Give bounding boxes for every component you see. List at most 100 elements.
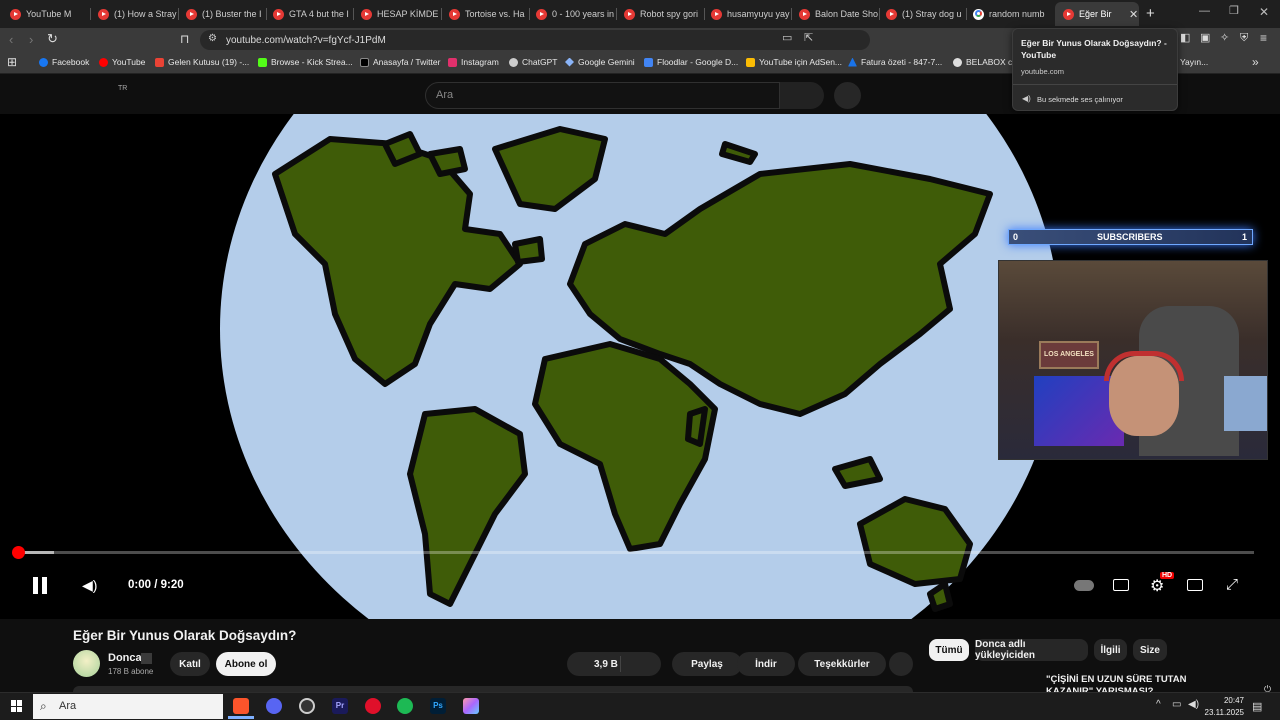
search-button[interactable]	[780, 82, 824, 109]
progress-scrubber[interactable]	[12, 546, 25, 559]
bookmark-item[interactable]: Fatura özeti - 847-7...	[848, 57, 942, 67]
tray-chevron-icon[interactable]: ^	[1156, 699, 1161, 710]
opera-icon[interactable]	[365, 698, 381, 714]
bookmark-item[interactable]: BELABOX clo	[953, 57, 1019, 67]
bookmark-label: YouTube için AdSen...	[759, 57, 843, 67]
tab[interactable]: HESAP KİMDE	[361, 4, 441, 24]
menu-icon[interactable]: ≡	[1260, 32, 1267, 44]
youtube-icon	[361, 8, 372, 20]
premiere-icon[interactable]: Pr	[332, 698, 348, 714]
back-icon[interactable]: ‹	[9, 33, 13, 46]
windows-start-icon[interactable]	[11, 700, 23, 712]
new-tab-icon[interactable]: +	[1146, 6, 1155, 21]
bookmark-item[interactable]: Anasayfa / Twitter	[360, 57, 440, 67]
close-window-icon[interactable]: ✕	[1259, 6, 1269, 18]
bookmark-label: Instagram	[461, 57, 499, 67]
subtitles-icon[interactable]	[1113, 579, 1129, 591]
network-icon[interactable]: ▭	[1172, 699, 1181, 710]
window-light	[1224, 376, 1267, 431]
volume-icon[interactable]: ◀)	[82, 577, 97, 594]
search-input[interactable]: Ara	[425, 82, 780, 109]
share-icon[interactable]: ⇱	[804, 33, 813, 44]
more-bookmarks-icon[interactable]: »	[1252, 56, 1259, 68]
tab[interactable]: (1) Stray dog u	[886, 4, 966, 24]
bookmark-item[interactable]: Google Gemini	[565, 57, 635, 67]
restore-icon[interactable]: ❐	[1229, 6, 1239, 17]
settings-icon[interactable]: ⚙	[1150, 576, 1164, 596]
bookmark-item[interactable]: YouTube	[99, 57, 145, 67]
chip-related[interactable]: İlgili	[1094, 639, 1127, 661]
bookmark-label: YouTube	[112, 57, 146, 67]
tab[interactable]: random numb	[973, 4, 1049, 24]
channel-avatar[interactable]	[73, 650, 100, 677]
address-bar[interactable]: ⚙ youtube.com/watch?v=fgYcf-J1PdM	[200, 30, 870, 50]
tab[interactable]: husamyuyu yay	[711, 4, 791, 24]
tab-active[interactable]: Eğer Bir ✕	[1055, 2, 1139, 26]
tab[interactable]: (1) Buster the I	[186, 4, 266, 24]
bookmark-item[interactable]: Floodlar - Google D...	[644, 57, 738, 67]
discord-icon[interactable]	[266, 698, 282, 714]
bookmark-label: Floodlar - Google D...	[657, 57, 739, 67]
apps-grid-icon[interactable]: ⊞	[7, 56, 17, 68]
wallet-icon[interactable]: ▣	[1200, 33, 1210, 44]
tab[interactable]: 0 - 100 years in	[536, 4, 616, 24]
notifications-icon[interactable]: ▤	[1252, 700, 1262, 713]
vpn-icon[interactable]: ⛨	[1240, 33, 1248, 44]
spotify-icon[interactable]	[397, 698, 413, 714]
download-button[interactable]: İndir	[737, 652, 795, 676]
bookmark-icon[interactable]: ⊓	[180, 33, 189, 45]
app-icon[interactable]	[463, 698, 479, 714]
x-icon	[360, 57, 369, 67]
minimize-icon[interactable]: —	[1199, 6, 1210, 17]
voice-search-button[interactable]	[834, 82, 861, 109]
tab[interactable]: (1) How a Stray	[98, 4, 178, 24]
subscribe-button[interactable]: Abone ol	[216, 652, 276, 676]
reload-icon[interactable]: ↻	[47, 32, 58, 45]
recommended-video-title[interactable]: "ÇİŞİNİ EN UZUN SÜRE TUTAN KAZANIR" YARI…	[1046, 674, 1196, 692]
like-button[interactable]: 3,9 B	[567, 652, 661, 676]
tab[interactable]: Robot spy gori	[624, 4, 704, 24]
bookmark-item[interactable]: ChatGPT	[509, 57, 557, 67]
tab[interactable]: Tortoise vs. Ha	[449, 4, 529, 24]
clock-time[interactable]: 20:47	[1208, 696, 1244, 705]
forward-icon[interactable]: ›	[29, 33, 33, 46]
tab-label: 0 - 100 years in	[552, 9, 615, 19]
photoshop-icon[interactable]: Ps	[430, 698, 446, 714]
belabox-icon	[953, 57, 962, 67]
tab[interactable]: YouTube M	[10, 4, 86, 24]
close-tab-icon[interactable]: ✕	[1129, 8, 1138, 21]
thanks-button[interactable]: Teşekkürler	[798, 652, 886, 676]
chip-from-uploader[interactable]: Donca adlı yükleyiciden	[975, 639, 1088, 661]
bookmark-item[interactable]: Yayın...	[1180, 57, 1208, 67]
youtube-icon	[624, 8, 635, 20]
fullscreen-icon[interactable]: ⤢	[1226, 576, 1238, 593]
bookmark-item[interactable]: Gelen Kutusu (19) -...	[155, 57, 249, 67]
pause-icon-bar[interactable]	[42, 577, 47, 594]
pause-icon[interactable]	[33, 577, 38, 594]
clock-date[interactable]: 23.11.2025	[1196, 708, 1244, 717]
taskbar-search[interactable]: ⌕ Ara	[33, 694, 223, 719]
autoplay-toggle[interactable]	[1074, 580, 1094, 591]
bookmark-item[interactable]: Browse - Kick Strea...	[258, 57, 353, 67]
bookmark-item[interactable]: Facebook	[39, 57, 89, 67]
join-button[interactable]: Katıl	[170, 652, 210, 676]
bookmark-item[interactable]: YouTube için AdSen...	[746, 57, 842, 67]
tab[interactable]: GTA 4 but the I	[273, 4, 353, 24]
obs-icon[interactable]	[299, 698, 315, 714]
cast-icon[interactable]: ▭	[782, 33, 792, 44]
progress-track[interactable]	[18, 551, 1254, 554]
theater-mode-icon[interactable]	[1187, 579, 1203, 591]
more-actions-button[interactable]	[889, 652, 913, 676]
sidebar-icon[interactable]: ◧	[1180, 33, 1190, 44]
tab[interactable]: Balon Date Sho	[799, 4, 879, 24]
channel-name[interactable]: Donca	[108, 652, 142, 664]
gmail-icon	[155, 57, 164, 67]
youtube-icon	[799, 8, 810, 20]
bookmark-item[interactable]: Instagram	[448, 57, 499, 67]
brave-icon[interactable]	[233, 698, 249, 714]
chip-all[interactable]: Tümü	[929, 639, 969, 661]
share-button[interactable]: Paylaş	[672, 652, 742, 676]
leo-ai-icon[interactable]: ✧	[1220, 33, 1229, 44]
chip-for-you[interactable]: Size	[1133, 639, 1167, 661]
site-info-icon[interactable]: ⚙	[208, 34, 217, 44]
